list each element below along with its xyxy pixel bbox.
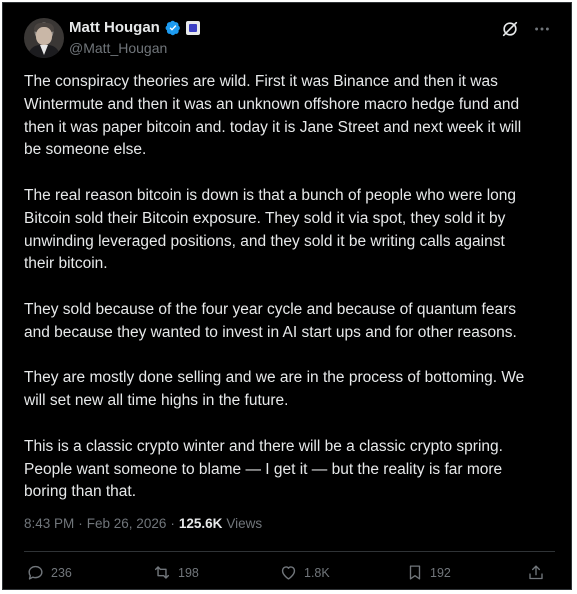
- reply-button[interactable]: 236: [26, 563, 72, 582]
- author-name-row: Matt Hougan: [69, 19, 200, 36]
- bookmark-button[interactable]: 192: [406, 563, 451, 582]
- meta-separator-2: ·: [170, 516, 175, 531]
- tweet-time[interactable]: 8:43 PM: [24, 516, 74, 531]
- top-actions: [501, 20, 551, 38]
- heart-icon: [279, 563, 298, 582]
- tweet-meta: 8:43 PM · Feb 26, 2026 · 125.6K Views: [24, 516, 262, 531]
- tweet-date[interactable]: Feb 26, 2026: [87, 516, 167, 531]
- repost-icon: [152, 563, 172, 582]
- share-icon: [527, 563, 545, 582]
- tweet-paragraph-5: This is a classic crypto winter and ther…: [24, 437, 503, 501]
- share-button[interactable]: [527, 563, 545, 582]
- avatar[interactable]: [24, 18, 64, 58]
- actions-divider: [24, 551, 555, 552]
- tweet-paragraph-3: They sold because of the four year cycle…: [24, 300, 517, 341]
- more-options-icon[interactable]: [533, 20, 551, 38]
- action-bar: 236 198 1.8K 192: [26, 563, 555, 585]
- author-handle[interactable]: @Matt_Hougan: [69, 40, 167, 56]
- views-label: Views: [226, 516, 263, 531]
- views-count: 125.6K: [178, 516, 223, 531]
- tweet-card: Matt Hougan @Matt_Hougan The conspiracy: [2, 2, 572, 590]
- repost-count: 198: [178, 565, 199, 580]
- tweet-paragraph-4: They are mostly done selling and we are …: [24, 369, 525, 410]
- tweet-text: The conspiracy theories are wild. First …: [24, 71, 560, 527]
- like-button[interactable]: 1.8K: [279, 563, 330, 582]
- like-count: 1.8K: [304, 565, 330, 580]
- verified-badge-icon[interactable]: [165, 20, 181, 36]
- affiliate-badge-icon[interactable]: [185, 20, 200, 35]
- reply-count: 236: [51, 565, 72, 580]
- bookmark-icon: [406, 563, 424, 582]
- tweet-paragraph-2: The real reason bitcoin is down is that …: [24, 186, 516, 273]
- grok-icon[interactable]: [501, 20, 519, 38]
- avatar-face: [36, 27, 52, 45]
- reply-icon: [26, 563, 45, 582]
- bookmark-count: 192: [430, 565, 451, 580]
- tweet-paragraph-1: The conspiracy theories are wild. First …: [24, 73, 522, 159]
- author-name[interactable]: Matt Hougan: [69, 19, 160, 36]
- repost-button[interactable]: 198: [152, 563, 199, 582]
- meta-separator: ·: [78, 516, 83, 531]
